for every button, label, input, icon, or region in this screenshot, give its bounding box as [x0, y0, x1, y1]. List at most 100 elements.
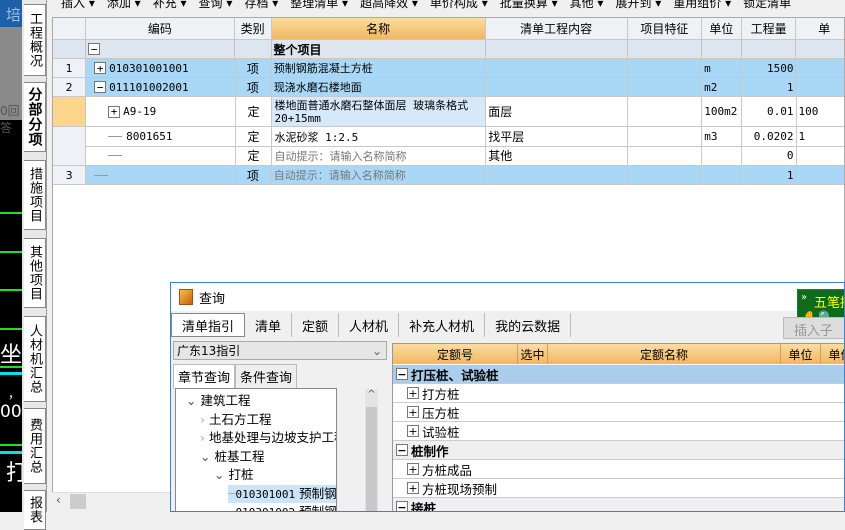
price-cell[interactable]: [796, 166, 845, 185]
qty-cell[interactable]: 1500: [742, 59, 797, 78]
height-reduction-button[interactable]: 超高降效 ▾: [360, 0, 418, 6]
tab-list-guide[interactable]: 清单指引: [171, 313, 245, 337]
col-feature[interactable]: 项目特征: [628, 18, 702, 40]
side-tab-other[interactable]: 其他项目: [24, 238, 46, 308]
lock-list-button[interactable]: 锁定清单: [743, 0, 791, 6]
dialog-title-bar[interactable]: 查询: [171, 283, 845, 311]
archive-button[interactable]: 存档 ▾: [244, 0, 278, 6]
table-row-root[interactable]: − 整个项目: [53, 40, 845, 59]
price-composition-button[interactable]: 单价构成 ▾: [430, 0, 488, 6]
feature-cell[interactable]: [628, 146, 702, 166]
col-qty[interactable]: 工程量: [742, 18, 797, 40]
side-tab-materials[interactable]: 人材机汇总: [24, 316, 46, 402]
code-cell[interactable]: 8001651: [86, 127, 236, 147]
feature-cell[interactable]: [628, 59, 702, 78]
tab-chapter-query[interactable]: 章节查询: [173, 364, 235, 389]
side-tab-reports[interactable]: 报表: [24, 490, 46, 530]
quota-row[interactable]: −桩制作: [393, 441, 845, 460]
expand-icon[interactable]: +: [407, 406, 419, 418]
tree-node[interactable]: ⌄ 建筑工程: [186, 392, 250, 410]
content-cell[interactable]: 找平层: [486, 127, 628, 147]
feature-cell[interactable]: [628, 166, 702, 185]
tree-scrollbar[interactable]: ^: [365, 389, 378, 512]
expand-to-button[interactable]: 展开到 ▾: [615, 0, 661, 6]
price-cell[interactable]: [796, 59, 845, 78]
name-cell[interactable]: 楼地面普通水磨石整体面层 玻璃条格式 20+15mm: [272, 97, 486, 127]
table-row[interactable]: 1 +010301001001 项 预制钢筋混凝土方桩 m 1500: [53, 59, 845, 78]
insert-subitem-button[interactable]: 插入子目: [783, 317, 845, 339]
content-cell[interactable]: [486, 166, 628, 185]
quota-row[interactable]: +方桩现场预制: [393, 479, 845, 498]
tab-condition-query[interactable]: 条件查询: [235, 364, 297, 389]
feature-cell[interactable]: [628, 97, 702, 127]
collapse-icon[interactable]: −: [396, 444, 408, 456]
unit-cell[interactable]: m3: [702, 127, 742, 147]
expand-icon[interactable]: +: [407, 482, 419, 494]
unit-cell[interactable]: [702, 146, 742, 166]
col-unit[interactable]: 单位: [702, 18, 742, 40]
qty-cell[interactable]: 1: [742, 78, 797, 97]
code-cell[interactable]: [86, 146, 236, 166]
expand-icon[interactable]: +: [94, 62, 106, 74]
tree-node[interactable]: ⌄ 桩基工程: [200, 448, 264, 466]
side-tab-costs[interactable]: 费用汇总: [24, 408, 46, 484]
add-button[interactable]: 添加 ▾: [107, 0, 141, 6]
table-row[interactable]: 定 自动提示：请输入名称简称 其他 0: [53, 146, 845, 166]
code-cell[interactable]: −011101002001: [86, 78, 235, 97]
content-cell[interactable]: [486, 59, 628, 78]
price-cell[interactable]: 100: [797, 97, 845, 127]
collapse-icon[interactable]: −: [396, 501, 408, 512]
reuse-pricing-button[interactable]: 重用组价 ▾: [673, 0, 731, 6]
code-cell[interactable]: [86, 166, 235, 185]
type-cell[interactable]: 定: [236, 97, 273, 127]
qty-cell[interactable]: 0: [742, 146, 797, 166]
type-cell[interactable]: 定: [236, 146, 273, 166]
organize-list-button[interactable]: 整理清单 ▾: [290, 0, 348, 6]
quota-row[interactable]: +压方桩: [393, 403, 845, 422]
quota-row[interactable]: −接桩: [393, 498, 845, 512]
query-button[interactable]: 查询 ▾: [199, 0, 233, 6]
qty-cell[interactable]: 1: [742, 166, 797, 185]
chevron-right-icon[interactable]: ›: [200, 412, 209, 427]
code-cell[interactable]: +010301001001: [86, 59, 235, 78]
col-type[interactable]: 类别: [235, 18, 272, 40]
quota-row[interactable]: +打方桩: [393, 384, 845, 403]
tree-node[interactable]: ⌄ 打桩: [214, 466, 253, 484]
content-cell[interactable]: 面层: [486, 97, 628, 127]
tab-quota[interactable]: 定额: [292, 313, 339, 337]
quota-row[interactable]: −打压桩、试验桩: [393, 365, 845, 384]
side-tab-items[interactable]: 分部分项: [24, 82, 46, 152]
col-content[interactable]: 清单工程内容: [486, 18, 628, 40]
type-cell[interactable]: 项: [235, 59, 272, 78]
table-row[interactable]: 2 −011101002001 项 现浇水磨石楼地面 m2 1: [53, 78, 845, 97]
type-cell[interactable]: 定: [236, 127, 273, 147]
type-cell[interactable]: 项: [235, 78, 272, 97]
collapse-icon[interactable]: −: [88, 43, 100, 55]
name-cell[interactable]: 自动提示：请输入名称简称: [272, 146, 486, 166]
unit-cell[interactable]: m: [702, 59, 742, 78]
name-cell[interactable]: 现浇水磨石楼地面: [272, 78, 486, 97]
tab-materials[interactable]: 人材机: [339, 313, 399, 337]
name-cell[interactable]: 自动提示：请输入名称简称: [272, 166, 486, 185]
name-cell[interactable]: 水泥砂浆 1:2.5: [272, 127, 486, 147]
supplement-button[interactable]: 补充 ▾: [153, 0, 187, 6]
unit-cell[interactable]: [702, 166, 742, 185]
price-cell[interactable]: [797, 146, 845, 166]
library-select[interactable]: 广东13指引⌄: [173, 341, 387, 360]
collapse-icon[interactable]: −: [94, 81, 106, 93]
tab-supplement-materials[interactable]: 补充人材机: [399, 313, 485, 337]
side-tab-measures[interactable]: 措施项目: [24, 160, 46, 230]
insert-button[interactable]: 插入 ▾: [61, 0, 95, 6]
price-cell[interactable]: [796, 78, 845, 97]
tab-cloud-data[interactable]: 我的云数据: [485, 313, 571, 337]
col-name[interactable]: 名称: [272, 18, 486, 40]
expand-icon[interactable]: +: [407, 425, 419, 437]
name-cell[interactable]: 预制钢筋混凝土方桩: [272, 59, 486, 78]
tree-node[interactable]: › 土石方工程: [200, 411, 272, 429]
expand-icon[interactable]: +: [108, 106, 120, 118]
col-price[interactable]: 单: [796, 18, 845, 40]
other-button[interactable]: 其他 ▾: [570, 0, 604, 6]
type-cell[interactable]: 项: [235, 166, 272, 185]
price-cell[interactable]: 1: [797, 127, 845, 147]
chevron-right-icon[interactable]: ›: [200, 430, 209, 445]
